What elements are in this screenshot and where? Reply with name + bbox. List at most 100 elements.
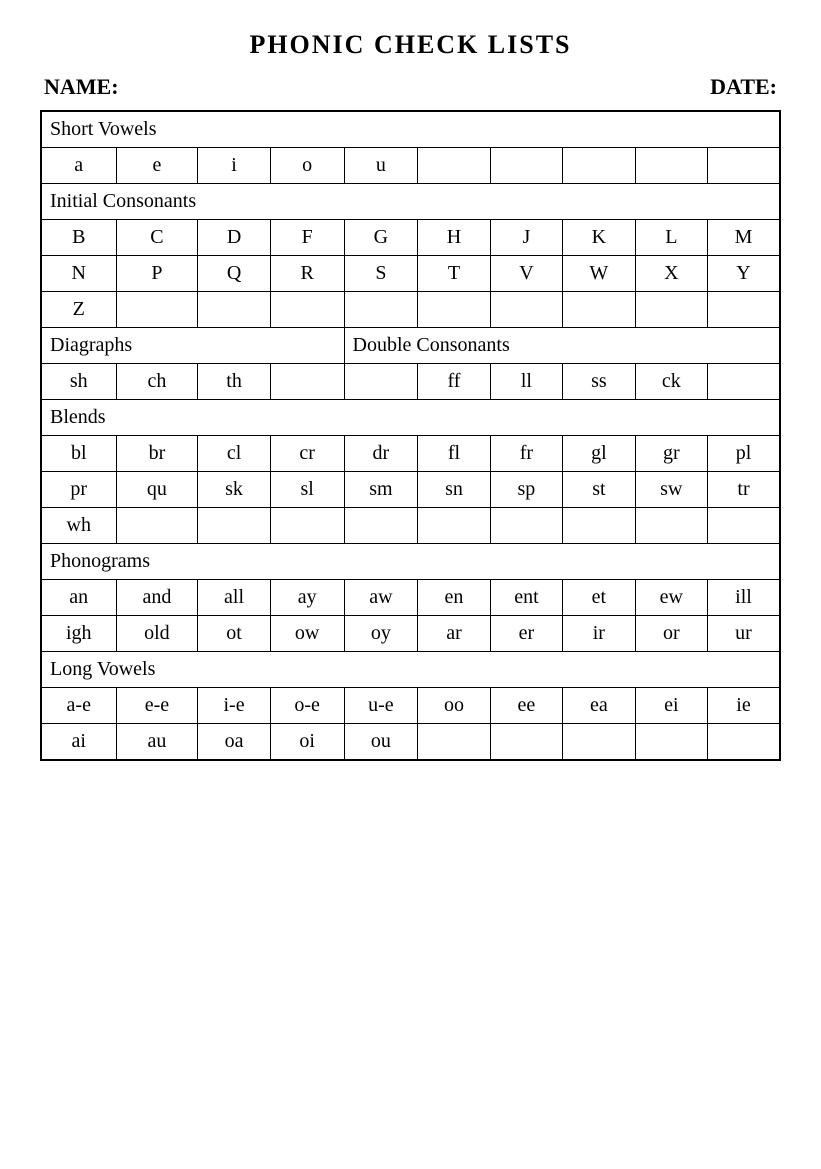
ic-J: J — [490, 220, 562, 256]
vowel-o: o — [270, 148, 344, 184]
double-consonants-header: Double Consonants — [344, 328, 780, 364]
initial-consonants-header-row: Initial Consonants — [41, 184, 780, 220]
blend-cl: cl — [198, 436, 270, 472]
phono-ur: ur — [708, 616, 780, 652]
blends-header: Blends — [41, 400, 780, 436]
phonograms-row-2: igh old ot ow oy ar er ir or ur — [41, 616, 780, 652]
lv-ea: ea — [563, 688, 635, 724]
ic-blank-9 — [708, 292, 780, 328]
blend-tr: tr — [708, 472, 780, 508]
ic-B: B — [41, 220, 116, 256]
blend-br: br — [116, 436, 198, 472]
dc-ll: ll — [490, 364, 562, 400]
blend-blank-2 — [198, 508, 270, 544]
ic-D: D — [198, 220, 270, 256]
blend-gr: gr — [635, 436, 707, 472]
ic-Y: Y — [708, 256, 780, 292]
blend-blank-4 — [344, 508, 418, 544]
lv-blank-4 — [635, 724, 707, 761]
blend-pr: pr — [41, 472, 116, 508]
blend-sn: sn — [418, 472, 490, 508]
blend-fl: fl — [418, 436, 490, 472]
ic-P: P — [116, 256, 198, 292]
phono-all: all — [198, 580, 270, 616]
ic-W: W — [563, 256, 635, 292]
diagraphs-header: Diagraphs — [41, 328, 344, 364]
lv-a-e: a-e — [41, 688, 116, 724]
phono-ow: ow — [270, 616, 344, 652]
vowel-blank-3 — [563, 148, 635, 184]
blend-blank-7 — [563, 508, 635, 544]
phono-en: en — [418, 580, 490, 616]
blend-pl: pl — [708, 436, 780, 472]
phono-ar: ar — [418, 616, 490, 652]
blend-sm: sm — [344, 472, 418, 508]
phonograms-header: Phonograms — [41, 544, 780, 580]
blend-blank-8 — [635, 508, 707, 544]
phono-igh: igh — [41, 616, 116, 652]
ic-G: G — [344, 220, 418, 256]
lv-i-e: i-e — [198, 688, 270, 724]
blend-st: st — [563, 472, 635, 508]
diagraph-th: th — [198, 364, 270, 400]
ic-blank-1 — [116, 292, 198, 328]
ic-blank-4 — [344, 292, 418, 328]
phono-oy: oy — [344, 616, 418, 652]
blends-row-2: pr qu sk sl sm sn sp st sw tr — [41, 472, 780, 508]
blend-sk: sk — [198, 472, 270, 508]
dc-ck: ck — [635, 364, 707, 400]
lv-ai: ai — [41, 724, 116, 761]
lv-blank-2 — [490, 724, 562, 761]
ic-L: L — [635, 220, 707, 256]
phono-ent: ent — [490, 580, 562, 616]
blend-bl: bl — [41, 436, 116, 472]
lv-blank-3 — [563, 724, 635, 761]
blend-sl: sl — [270, 472, 344, 508]
phono-er: er — [490, 616, 562, 652]
dc-ff: ff — [418, 364, 490, 400]
lv-o-e: o-e — [270, 688, 344, 724]
lv-e-e: e-e — [116, 688, 198, 724]
ic-blank-5 — [418, 292, 490, 328]
phono-an: an — [41, 580, 116, 616]
ic-R: R — [270, 256, 344, 292]
lv-oo: oo — [418, 688, 490, 724]
diagraphs-row: sh ch th ff ll ss ck — [41, 364, 780, 400]
blend-sp: sp — [490, 472, 562, 508]
blend-blank-6 — [490, 508, 562, 544]
blend-cr: cr — [270, 436, 344, 472]
phono-et: et — [563, 580, 635, 616]
ic-blank-8 — [635, 292, 707, 328]
phonograms-row-1: an and all ay aw en ent et ew ill — [41, 580, 780, 616]
ic-C: C — [116, 220, 198, 256]
ic-blank-2 — [198, 292, 270, 328]
ic-N: N — [41, 256, 116, 292]
phono-aw: aw — [344, 580, 418, 616]
lv-ou: ou — [344, 724, 418, 761]
vowel-a: a — [41, 148, 116, 184]
dc-blank — [344, 364, 418, 400]
long-vowels-header: Long Vowels — [41, 652, 780, 688]
blend-gl: gl — [563, 436, 635, 472]
phonic-checklist-table: Short Vowels a e i o u Initial Consonant… — [40, 110, 781, 761]
lv-blank-1 — [418, 724, 490, 761]
ic-row-2: N P Q R S T V W X Y — [41, 256, 780, 292]
blend-wh: wh — [41, 508, 116, 544]
phono-ill: ill — [708, 580, 780, 616]
vowel-blank-4 — [635, 148, 707, 184]
ic-H: H — [418, 220, 490, 256]
ic-row-3: Z — [41, 292, 780, 328]
phono-old: old — [116, 616, 198, 652]
phono-ay: ay — [270, 580, 344, 616]
ic-blank-3 — [270, 292, 344, 328]
dc-ss: ss — [563, 364, 635, 400]
short-vowels-header-row: Short Vowels — [41, 111, 780, 148]
blend-dr: dr — [344, 436, 418, 472]
blend-blank-5 — [418, 508, 490, 544]
initial-consonants-header: Initial Consonants — [41, 184, 780, 220]
lv-u-e: u-e — [344, 688, 418, 724]
blends-header-row: Blends — [41, 400, 780, 436]
lv-blank-5 — [708, 724, 780, 761]
ic-X: X — [635, 256, 707, 292]
blend-blank-9 — [708, 508, 780, 544]
